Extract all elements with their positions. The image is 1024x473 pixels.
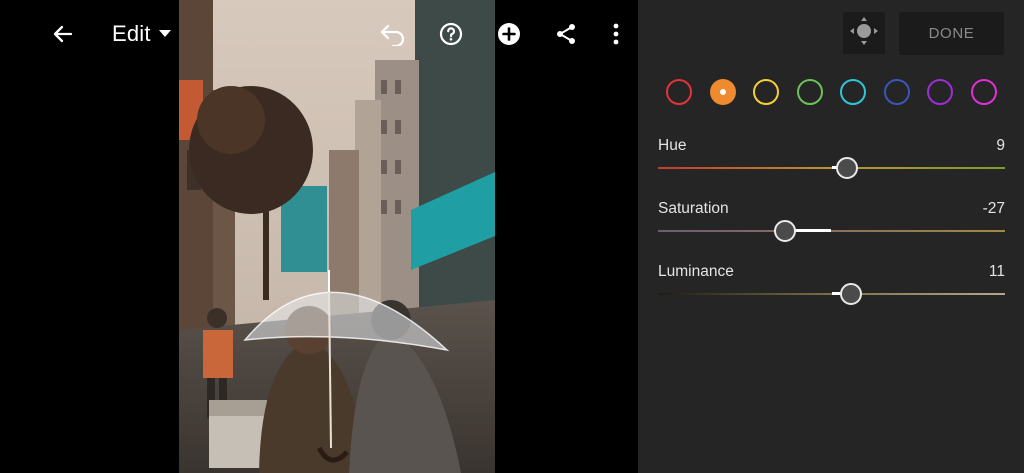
hue-slider: Hue 9 (658, 137, 1005, 181)
help-icon (439, 22, 463, 46)
street-photo (179, 0, 495, 473)
luminance-value: 11 (988, 263, 1005, 280)
back-button[interactable] (46, 17, 80, 51)
selected-indicator (719, 89, 726, 95)
edit-mode-dropdown[interactable]: Edit (112, 18, 171, 50)
saturation-slider: Saturation -27 (658, 200, 1005, 244)
targeted-adjustment-button[interactable] (843, 12, 885, 54)
swatch-green[interactable] (796, 79, 823, 105)
swatch-blue[interactable] (883, 79, 910, 105)
back-arrow-icon (51, 22, 75, 46)
share-button[interactable] (549, 17, 583, 51)
add-button[interactable] (492, 17, 526, 51)
hue-thumb[interactable] (836, 157, 859, 179)
edit-mode-label: Edit (112, 21, 151, 46)
undo-button[interactable] (376, 17, 410, 51)
color-swatch-row (666, 79, 997, 105)
more-options-button[interactable] (599, 17, 633, 51)
swatch-magenta[interactable] (970, 79, 997, 105)
luminance-slider: Luminance 11 (658, 263, 1005, 307)
saturation-thumb[interactable] (773, 220, 796, 242)
luminance-label: Luminance (658, 263, 734, 280)
more-vertical-icon (612, 22, 620, 46)
swatch-yellow[interactable] (753, 79, 779, 105)
help-button[interactable] (434, 17, 468, 51)
undo-icon (379, 22, 407, 46)
hue-value: 9 (996, 137, 1005, 154)
swatch-orange[interactable] (709, 79, 736, 105)
swatch-purple[interactable] (927, 79, 953, 105)
luminance-thumb[interactable] (839, 283, 862, 305)
saturation-track[interactable] (658, 230, 1005, 232)
share-icon (554, 22, 578, 46)
swatch-red[interactable] (666, 79, 692, 105)
add-icon (497, 22, 521, 46)
swatch-aqua[interactable] (840, 79, 866, 105)
saturation-value: -27 (982, 200, 1005, 217)
dropdown-caret-icon (158, 25, 171, 43)
saturation-label: Saturation (658, 200, 729, 217)
color-mix-panel: DONE Hue 9 Saturation -27 Luminance 11 (638, 0, 1024, 473)
photo-canvas[interactable] (179, 0, 495, 473)
hue-label: Hue (658, 137, 687, 154)
targeted-adjustment-icon (849, 16, 879, 51)
done-button[interactable]: DONE (899, 12, 1004, 55)
